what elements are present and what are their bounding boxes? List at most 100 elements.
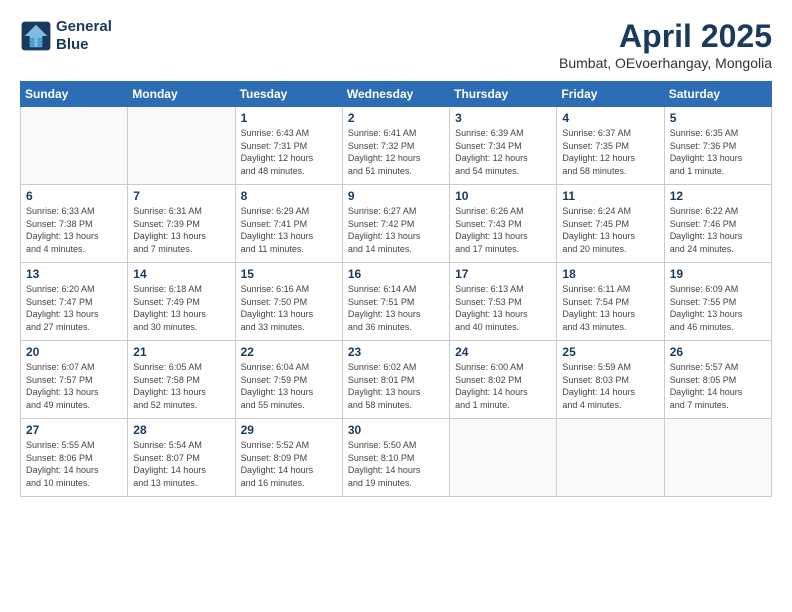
day-number: 4 bbox=[562, 111, 658, 125]
day-number: 15 bbox=[241, 267, 337, 281]
day-info: Sunrise: 6:11 AM Sunset: 7:54 PM Dayligh… bbox=[562, 283, 658, 333]
calendar-cell bbox=[450, 419, 557, 497]
header: General Blue April 2025 Bumbat, OEvoerha… bbox=[20, 18, 772, 71]
day-info: Sunrise: 5:54 AM Sunset: 8:07 PM Dayligh… bbox=[133, 439, 229, 489]
calendar-cell bbox=[664, 419, 771, 497]
day-number: 26 bbox=[670, 345, 766, 359]
day-info: Sunrise: 6:33 AM Sunset: 7:38 PM Dayligh… bbox=[26, 205, 122, 255]
day-info: Sunrise: 5:55 AM Sunset: 8:06 PM Dayligh… bbox=[26, 439, 122, 489]
day-number: 22 bbox=[241, 345, 337, 359]
calendar-cell: 4 Sunrise: 6:37 AM Sunset: 7:35 PM Daylig… bbox=[557, 107, 664, 185]
day-number: 27 bbox=[26, 423, 122, 437]
day-number: 10 bbox=[455, 189, 551, 203]
weekday-header-friday: Friday bbox=[557, 82, 664, 107]
day-info: Sunrise: 6:41 AM Sunset: 7:32 PM Dayligh… bbox=[348, 127, 444, 177]
day-info: Sunrise: 5:52 AM Sunset: 8:09 PM Dayligh… bbox=[241, 439, 337, 489]
day-info: Sunrise: 6:09 AM Sunset: 7:55 PM Dayligh… bbox=[670, 283, 766, 333]
day-number: 30 bbox=[348, 423, 444, 437]
weekday-header-sunday: Sunday bbox=[21, 82, 128, 107]
day-number: 18 bbox=[562, 267, 658, 281]
day-number: 3 bbox=[455, 111, 551, 125]
day-info: Sunrise: 6:02 AM Sunset: 8:01 PM Dayligh… bbox=[348, 361, 444, 411]
day-number: 1 bbox=[241, 111, 337, 125]
month-title: April 2025 bbox=[559, 18, 772, 55]
calendar-table: SundayMondayTuesdayWednesdayThursdayFrid… bbox=[20, 81, 772, 497]
day-number: 13 bbox=[26, 267, 122, 281]
logo-line2: Blue bbox=[56, 36, 112, 54]
day-info: Sunrise: 6:24 AM Sunset: 7:45 PM Dayligh… bbox=[562, 205, 658, 255]
calendar-cell: 26 Sunrise: 5:57 AM Sunset: 8:05 PM Dayli… bbox=[664, 341, 771, 419]
day-info: Sunrise: 5:57 AM Sunset: 8:05 PM Dayligh… bbox=[670, 361, 766, 411]
day-info: Sunrise: 6:31 AM Sunset: 7:39 PM Dayligh… bbox=[133, 205, 229, 255]
day-number: 20 bbox=[26, 345, 122, 359]
calendar-cell: 20Sunrise: 6:07 AM Sunset: 7:57 PM Dayli… bbox=[21, 341, 128, 419]
day-number: 5 bbox=[670, 111, 766, 125]
calendar-cell: 15 Sunrise: 6:16 AM Sunset: 7:50 PM Dayli… bbox=[235, 263, 342, 341]
day-number: 2 bbox=[348, 111, 444, 125]
calendar-cell: 5 Sunrise: 6:35 AM Sunset: 7:36 PM Daylig… bbox=[664, 107, 771, 185]
calendar-cell: 12 Sunrise: 6:22 AM Sunset: 7:46 PM Dayli… bbox=[664, 185, 771, 263]
logo-icon bbox=[20, 20, 52, 52]
week-row-5: 27 Sunrise: 5:55 AM Sunset: 8:06 PM Dayli… bbox=[21, 419, 772, 497]
day-number: 12 bbox=[670, 189, 766, 203]
day-info: Sunrise: 6:20 AM Sunset: 7:47 PM Dayligh… bbox=[26, 283, 122, 333]
day-info: Sunrise: 6:05 AM Sunset: 7:58 PM Dayligh… bbox=[133, 361, 229, 411]
page: General Blue April 2025 Bumbat, OEvoerha… bbox=[0, 0, 792, 507]
calendar-cell: 28Sunrise: 5:54 AM Sunset: 8:07 PM Dayli… bbox=[128, 419, 235, 497]
calendar-cell: 27 Sunrise: 5:55 AM Sunset: 8:06 PM Dayli… bbox=[21, 419, 128, 497]
calendar-cell: 10 Sunrise: 6:26 AM Sunset: 7:43 PM Dayli… bbox=[450, 185, 557, 263]
logo: General Blue bbox=[20, 18, 112, 54]
calendar-cell: 23 Sunrise: 6:02 AM Sunset: 8:01 PM Dayli… bbox=[342, 341, 449, 419]
day-info: Sunrise: 5:59 AM Sunset: 8:03 PM Dayligh… bbox=[562, 361, 658, 411]
day-number: 6 bbox=[26, 189, 122, 203]
calendar-cell: 13 Sunrise: 6:20 AM Sunset: 7:47 PM Dayli… bbox=[21, 263, 128, 341]
weekday-header-thursday: Thursday bbox=[450, 82, 557, 107]
calendar-cell: 11Sunrise: 6:24 AM Sunset: 7:45 PM Dayli… bbox=[557, 185, 664, 263]
title-block: April 2025 Bumbat, OEvoerhangay, Mongoli… bbox=[559, 18, 772, 71]
calendar-cell: 30 Sunrise: 5:50 AM Sunset: 8:10 PM Dayli… bbox=[342, 419, 449, 497]
day-info: Sunrise: 6:13 AM Sunset: 7:53 PM Dayligh… bbox=[455, 283, 551, 333]
logo-line1: General bbox=[56, 18, 112, 36]
day-info: Sunrise: 6:37 AM Sunset: 7:35 PM Dayligh… bbox=[562, 127, 658, 177]
calendar-cell: 7 Sunrise: 6:31 AM Sunset: 7:39 PM Daylig… bbox=[128, 185, 235, 263]
calendar-cell: 6 Sunrise: 6:33 AM Sunset: 7:38 PM Daylig… bbox=[21, 185, 128, 263]
day-number: 21 bbox=[133, 345, 229, 359]
calendar-cell: 22 Sunrise: 6:04 AM Sunset: 7:59 PM Dayli… bbox=[235, 341, 342, 419]
day-info: Sunrise: 6:26 AM Sunset: 7:43 PM Dayligh… bbox=[455, 205, 551, 255]
weekday-header-saturday: Saturday bbox=[664, 82, 771, 107]
calendar-cell: 3 Sunrise: 6:39 AM Sunset: 7:34 PM Daylig… bbox=[450, 107, 557, 185]
calendar-cell: 25 Sunrise: 5:59 AM Sunset: 8:03 PM Dayli… bbox=[557, 341, 664, 419]
day-number: 25 bbox=[562, 345, 658, 359]
week-row-2: 6 Sunrise: 6:33 AM Sunset: 7:38 PM Daylig… bbox=[21, 185, 772, 263]
calendar-cell: 14Sunrise: 6:18 AM Sunset: 7:49 PM Dayli… bbox=[128, 263, 235, 341]
weekday-header-row: SundayMondayTuesdayWednesdayThursdayFrid… bbox=[21, 82, 772, 107]
day-number: 23 bbox=[348, 345, 444, 359]
day-info: Sunrise: 5:50 AM Sunset: 8:10 PM Dayligh… bbox=[348, 439, 444, 489]
day-number: 7 bbox=[133, 189, 229, 203]
calendar-cell bbox=[128, 107, 235, 185]
day-info: Sunrise: 6:18 AM Sunset: 7:49 PM Dayligh… bbox=[133, 283, 229, 333]
day-number: 16 bbox=[348, 267, 444, 281]
day-info: Sunrise: 6:27 AM Sunset: 7:42 PM Dayligh… bbox=[348, 205, 444, 255]
calendar-cell bbox=[557, 419, 664, 497]
logo-text: General Blue bbox=[56, 18, 112, 54]
weekday-header-wednesday: Wednesday bbox=[342, 82, 449, 107]
weekday-header-tuesday: Tuesday bbox=[235, 82, 342, 107]
day-info: Sunrise: 6:16 AM Sunset: 7:50 PM Dayligh… bbox=[241, 283, 337, 333]
week-row-4: 20Sunrise: 6:07 AM Sunset: 7:57 PM Dayli… bbox=[21, 341, 772, 419]
calendar-cell: 18 Sunrise: 6:11 AM Sunset: 7:54 PM Dayli… bbox=[557, 263, 664, 341]
day-number: 29 bbox=[241, 423, 337, 437]
day-number: 24 bbox=[455, 345, 551, 359]
day-info: Sunrise: 6:29 AM Sunset: 7:41 PM Dayligh… bbox=[241, 205, 337, 255]
day-info: Sunrise: 6:00 AM Sunset: 8:02 PM Dayligh… bbox=[455, 361, 551, 411]
day-info: Sunrise: 6:04 AM Sunset: 7:59 PM Dayligh… bbox=[241, 361, 337, 411]
day-info: Sunrise: 6:35 AM Sunset: 7:36 PM Dayligh… bbox=[670, 127, 766, 177]
location: Bumbat, OEvoerhangay, Mongolia bbox=[559, 55, 772, 71]
calendar-cell: 1Sunrise: 6:43 AM Sunset: 7:31 PM Daylig… bbox=[235, 107, 342, 185]
day-info: Sunrise: 6:22 AM Sunset: 7:46 PM Dayligh… bbox=[670, 205, 766, 255]
day-info: Sunrise: 6:39 AM Sunset: 7:34 PM Dayligh… bbox=[455, 127, 551, 177]
day-number: 8 bbox=[241, 189, 337, 203]
calendar-cell: 16Sunrise: 6:14 AM Sunset: 7:51 PM Dayli… bbox=[342, 263, 449, 341]
calendar-cell: 9Sunrise: 6:27 AM Sunset: 7:42 PM Daylig… bbox=[342, 185, 449, 263]
calendar-cell: 17Sunrise: 6:13 AM Sunset: 7:53 PM Dayli… bbox=[450, 263, 557, 341]
